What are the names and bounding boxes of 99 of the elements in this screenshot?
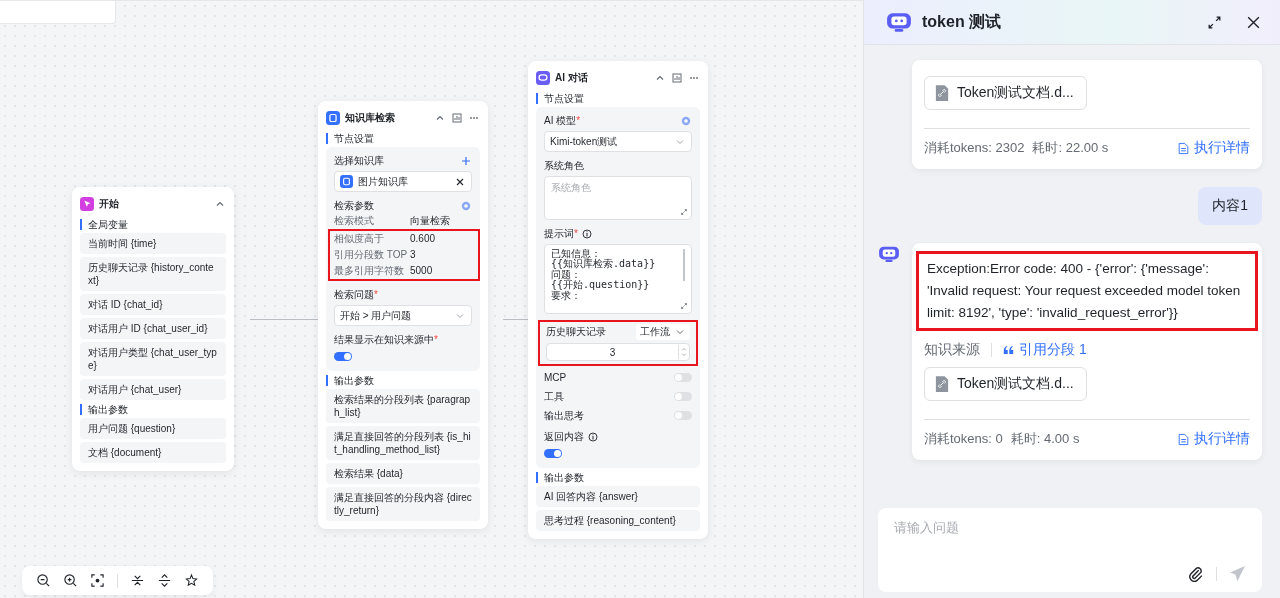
model-select[interactable]: Kimi-token测试 xyxy=(544,131,692,152)
field-label: 结果显示在知识来源中* xyxy=(334,332,438,347)
field-label: MCP xyxy=(544,372,567,383)
param-label: 检索模式 xyxy=(334,214,375,228)
document-icon xyxy=(1178,432,1189,446)
connector-line xyxy=(503,319,528,320)
chart-icon[interactable] xyxy=(671,72,683,84)
user-message: 内容1 xyxy=(1198,187,1262,225)
token-usage: 消耗tokens: 2302 xyxy=(924,139,1025,157)
field-label: 检索问题* xyxy=(334,287,378,302)
knowledge-base-name: 图片知识库 xyxy=(358,174,409,189)
node-title: 知识库检索 xyxy=(345,111,395,125)
field-label: 提示词* xyxy=(544,226,578,241)
node-title: AI 对话 xyxy=(555,71,588,85)
expand-icon[interactable] xyxy=(680,302,688,310)
ai-chat-node[interactable]: AI 对话 节点设置 AI 模型* Kimi-token测试 系统角色 系统角色 提示词* 已知信息： {{知识库检索.data}} 问题： {{开始.question}} 要求： 历史聊天记录 工作流 3 MCP 工具 输出思考 返回内容 输出参数 AI 回答内容 {answer} 思考过程 {reasoning_content} xyxy=(528,61,708,539)
variable-field: 对话用户类型 {chat_user_type} xyxy=(80,342,226,376)
section-title: 输出参数 xyxy=(326,375,480,386)
section-title: 输出参数 xyxy=(536,472,700,483)
expand-all-icon[interactable] xyxy=(157,573,172,588)
file-chip[interactable]: Token测试文档.d... xyxy=(924,367,1087,401)
field-label: 历史聊天记录 xyxy=(546,325,606,339)
citation-link[interactable]: 引用分段 1 xyxy=(1003,341,1087,359)
field-label: 返回内容 xyxy=(544,429,584,444)
database-icon xyxy=(326,111,340,125)
file-link-icon xyxy=(935,84,949,102)
zoom-in-icon[interactable] xyxy=(63,573,78,588)
paperclip-icon[interactable] xyxy=(1187,565,1204,582)
variable-field: 当前时间 {time} xyxy=(80,233,226,254)
info-icon[interactable] xyxy=(587,430,599,443)
field-label: 系统角色 xyxy=(544,158,584,173)
fit-view-icon[interactable] xyxy=(90,573,105,588)
param-value: 向量检索 xyxy=(410,214,450,228)
toggle-switch[interactable] xyxy=(544,449,562,458)
section-title: 节点设置 xyxy=(326,133,480,144)
start-node[interactable]: 开始 全局变量 当前时间 {time} 历史聊天记录 {history_context} 对话 ID {chat_id} 对话用户 ID {chat_user_id} 对话用户类型 {chat_user_type} 对话用户 {chat_user} 输出参数 用户问题 {question} 文档 {document} xyxy=(72,187,234,471)
variable-field: AI 回答内容 {answer} xyxy=(536,486,700,507)
token-usage: 消耗tokens: 0 xyxy=(924,430,1003,448)
section-title: 输出参数 xyxy=(80,404,226,415)
variable-field: 文档 {document} xyxy=(80,442,226,463)
variable-field: 对话 ID {chat_id} xyxy=(80,294,226,315)
file-chip[interactable]: Token测试文档.d... xyxy=(924,76,1087,110)
cursor-icon xyxy=(80,197,94,211)
variable-field: 检索结果 {data} xyxy=(326,463,480,484)
retrieval-node[interactable] xyxy=(318,101,488,529)
variable-field: 用户问题 {question} xyxy=(80,418,226,439)
details-link[interactable]: 执行详情 xyxy=(1178,139,1250,157)
param-value: 3 xyxy=(410,248,416,262)
chat-bubble-icon xyxy=(536,71,550,85)
info-icon[interactable] xyxy=(580,227,593,240)
field-label: 输出思考 xyxy=(544,408,584,423)
file-link-icon xyxy=(935,375,949,393)
param-value: 5000 xyxy=(410,264,433,278)
param-label: 引用分段数 TOP xyxy=(334,248,409,262)
history-mode-select[interactable]: 工作流 xyxy=(636,324,690,340)
toggle-switch[interactable] xyxy=(674,392,692,401)
source-label: 知识来源 xyxy=(924,341,980,359)
connector-line xyxy=(250,319,318,320)
collapse-all-icon[interactable] xyxy=(130,573,145,588)
error-message: Exception:Error code: 400 - {'error': {'message': 'Invalid request: Your request exceeded model token limit: 8192', 'type': 'invalid_request_error'}} xyxy=(916,251,1258,331)
quote-icon xyxy=(1003,345,1014,355)
variable-field: 检索结果的分段列表 {paragraph_list} xyxy=(326,389,480,423)
robot-icon xyxy=(878,245,900,263)
field-label: AI 模型* xyxy=(544,113,581,128)
chart-icon[interactable] xyxy=(451,112,463,124)
document-icon xyxy=(1178,141,1189,155)
variable-field: 思考过程 {reasoning_content} xyxy=(536,510,700,531)
section-title: 全局变量 xyxy=(80,219,226,230)
toggle-switch[interactable] xyxy=(674,411,692,420)
elapsed-time: 耗时: 22.00 s xyxy=(1032,139,1109,157)
robot-icon xyxy=(886,11,912,33)
param-label: 最多引用字符数 xyxy=(334,264,405,278)
variable-field: 历史聊天记录 {history_context} xyxy=(80,257,226,291)
toggle-switch[interactable] xyxy=(334,352,352,361)
add-icon[interactable] xyxy=(460,154,472,167)
variable-field: 对话用户 {chat_user} xyxy=(80,379,226,400)
database-icon xyxy=(340,175,353,188)
variable-field: 满足直接回答的分段列表 {is_hit_handling_method_list} xyxy=(326,426,480,460)
history-count-field[interactable]: 3 xyxy=(546,343,690,361)
field-label: 工具 xyxy=(544,389,564,404)
variable-field: 满足直接回答的分段内容 {directly_return} xyxy=(326,487,480,521)
param-value: 0.600 xyxy=(410,232,436,246)
section-title: 节点设置 xyxy=(536,93,700,104)
toggle-switch[interactable] xyxy=(674,373,692,382)
question-input[interactable]: 请输入问题 xyxy=(894,520,1246,535)
variable-field: 对话用户 ID {chat_user_id} xyxy=(80,318,226,339)
zoom-out-icon[interactable] xyxy=(36,573,51,588)
prompt-field[interactable]: 已知信息： {{知识库检索.data}} 问题： {{开始.question}} 要求： xyxy=(544,244,692,314)
field-label: 检索参数 xyxy=(334,198,374,213)
field-label: 选择知识库 xyxy=(334,153,384,168)
node-title: 开始 xyxy=(99,197,119,211)
param-label: 相似度高于 xyxy=(334,232,385,246)
chat-title: token 测试 xyxy=(922,11,1002,32)
question-select[interactable]: 开始 > 用户问题 xyxy=(334,305,472,326)
expand-icon[interactable] xyxy=(680,208,688,216)
knowledge-base-chip[interactable]: 图片知识库 xyxy=(334,171,472,192)
prompt-text: 已知信息： {{知识库检索.data}} 问题： {{开始.question}} 要求： xyxy=(551,249,657,301)
details-link[interactable]: 执行详情 xyxy=(1178,430,1250,448)
elapsed-time: 耗时: 4.00 s xyxy=(1010,430,1080,448)
